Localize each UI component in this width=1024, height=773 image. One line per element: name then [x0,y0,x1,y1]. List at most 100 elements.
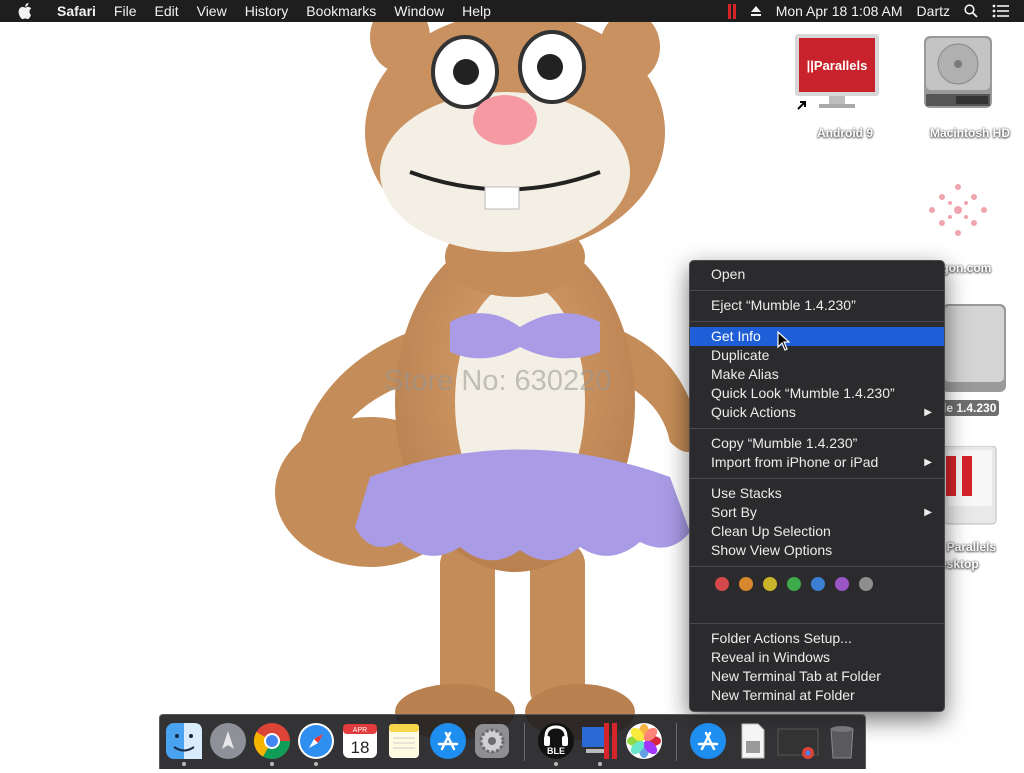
launchpad-icon [210,723,246,759]
disk-image-icon [942,304,1006,392]
menu-item-quick-look[interactable]: Quick Look “Mumble 1.4.230” [690,384,944,403]
running-indicator [314,762,318,766]
dock-mumble[interactable]: BLE [536,721,576,766]
submenu-arrow-icon: ▶ [924,457,932,468]
dock-notes[interactable] [384,721,424,761]
dock-document[interactable] [732,721,772,761]
dock-trash[interactable] [822,721,862,761]
desktop-icon-mumble-dmg[interactable]: le 1.4.230 [940,304,1010,419]
hard-drive-icon [924,36,992,108]
running-indicator [598,762,602,766]
menu-bookmarks[interactable]: Bookmarks [297,0,385,22]
menu-item-eject[interactable]: Eject “Mumble 1.4.230” [690,296,944,315]
menu-item-sort-by[interactable]: Sort By ▶ [690,503,944,522]
menu-clock[interactable]: Mon Apr 18 1:08 AM [776,3,903,19]
tag-yellow[interactable] [763,577,777,591]
calendar-month: APR [353,727,367,734]
dock-finder[interactable] [164,721,204,766]
menu-separator [690,478,944,479]
menu-item-copy[interactable]: Copy “Mumble 1.4.230” [690,434,944,453]
parallels-desktop-icon [582,723,617,759]
mouse-pointer-icon [777,331,791,351]
menu-file[interactable]: File [105,0,146,22]
mumble-icon-text: BLE [547,746,565,756]
menu-item-use-stacks[interactable]: Use Stacks [690,484,944,503]
menu-bar: Safari File Edit View History Bookmarks … [0,0,1024,22]
dock-calendar[interactable]: APR 18 [340,721,380,761]
running-indicator [554,762,558,766]
system-preferences-icon [475,724,509,758]
dock-parallels-desktop[interactable] [580,721,620,766]
menu-view[interactable]: View [188,0,236,22]
dock-launchpad[interactable] [208,721,248,761]
tag-red[interactable] [715,577,729,591]
dock-safari[interactable] [296,721,336,766]
menu-app-name[interactable]: Safari [48,0,105,22]
mumble-icon: BLE [538,723,574,759]
dock-chrome[interactable] [252,721,292,766]
menu-item-clean-up-selection[interactable]: Clean Up Selection [690,522,944,541]
menu-help[interactable]: Help [453,0,500,22]
menu-separator [690,623,944,624]
app-store-icon [430,723,466,759]
chrome-icon [253,723,290,760]
menu-item-new-terminal[interactable]: New Terminal at Folder [690,686,944,705]
menu-separator [690,290,944,291]
tag-purple[interactable] [835,577,849,591]
dock-system-preferences[interactable] [472,721,512,761]
submenu-arrow-icon: ▶ [924,507,932,518]
dock-divider [524,723,525,761]
menu-item-show-view-options[interactable]: Show View Options [690,541,944,560]
apple-logo-icon[interactable] [18,2,36,20]
desktop-icon-android-9[interactable]: ||Parallels Android 9 [795,34,895,140]
menu-history[interactable]: History [236,0,298,22]
tag-gray[interactable] [859,577,873,591]
alias-arrow-icon [795,98,809,112]
spotlight-icon[interactable] [964,4,978,18]
running-indicator [182,762,186,766]
photos-icon [626,723,662,759]
dock-app-store[interactable] [428,721,468,761]
tag-blue[interactable] [811,577,825,591]
menu-item-open[interactable]: Open [690,265,944,284]
document-icon [741,723,765,759]
menu-item-duplicate[interactable]: Duplicate [690,346,944,365]
desktop-icon-label: le 1.4.230 [940,400,1000,416]
menu-separator [690,566,944,567]
menu-item-folder-actions-setup[interactable]: Folder Actions Setup... [690,629,944,648]
downloads-folder-icon [690,723,726,759]
dock-photos[interactable] [624,721,664,761]
menu-item-import-from-iphone[interactable]: Import from iPhone or iPad ▶ [690,453,944,472]
trash-icon [830,726,854,759]
submenu-arrow-icon: ▶ [924,407,932,418]
tag-green[interactable] [787,577,801,591]
desktop-icon-label: Android 9 [817,126,873,140]
calendar-day: 18 [351,738,370,757]
calendar-icon: APR 18 [343,724,377,758]
dock-minimized-window[interactable] [776,721,820,761]
desktop-icon-label: Macintosh HD [929,126,1010,140]
menu-item-quick-actions[interactable]: Quick Actions ▶ [690,403,944,422]
dock-downloads[interactable] [688,721,728,761]
menu-separator [690,428,944,429]
parallels-status-icon[interactable] [727,3,736,19]
dock-divider [676,723,677,761]
menu-item-make-alias[interactable]: Make Alias [690,365,944,384]
menu-item-new-terminal-tab[interactable]: New Terminal Tab at Folder [690,667,944,686]
tag-orange[interactable] [739,577,753,591]
menu-user[interactable]: Dartz [917,3,950,19]
desktop-icon-parallels-desktop[interactable]: l Parallels esktop [940,446,1014,576]
desktop-icon-macintosh-hd[interactable]: Macintosh HD [920,34,1010,140]
menu-edit[interactable]: Edit [145,0,187,22]
eject-icon[interactable] [750,5,762,17]
finder-icon [166,723,202,759]
context-menu: Open Eject “Mumble 1.4.230” Get Info Dup… [689,260,945,712]
notes-icon [389,724,419,758]
menu-item-reveal-in-windows[interactable]: Reveal in Windows [690,648,944,667]
menu-window[interactable]: Window [385,0,453,22]
watermark-text: Store No: 630220 [384,365,612,397]
notification-center-icon[interactable] [992,4,1010,18]
desktop-icon-label-line2: esktop [940,557,979,571]
svg-text:||Parallels: ||Parallels [807,58,868,73]
menu-item-get-info[interactable]: Get Info [690,327,944,346]
